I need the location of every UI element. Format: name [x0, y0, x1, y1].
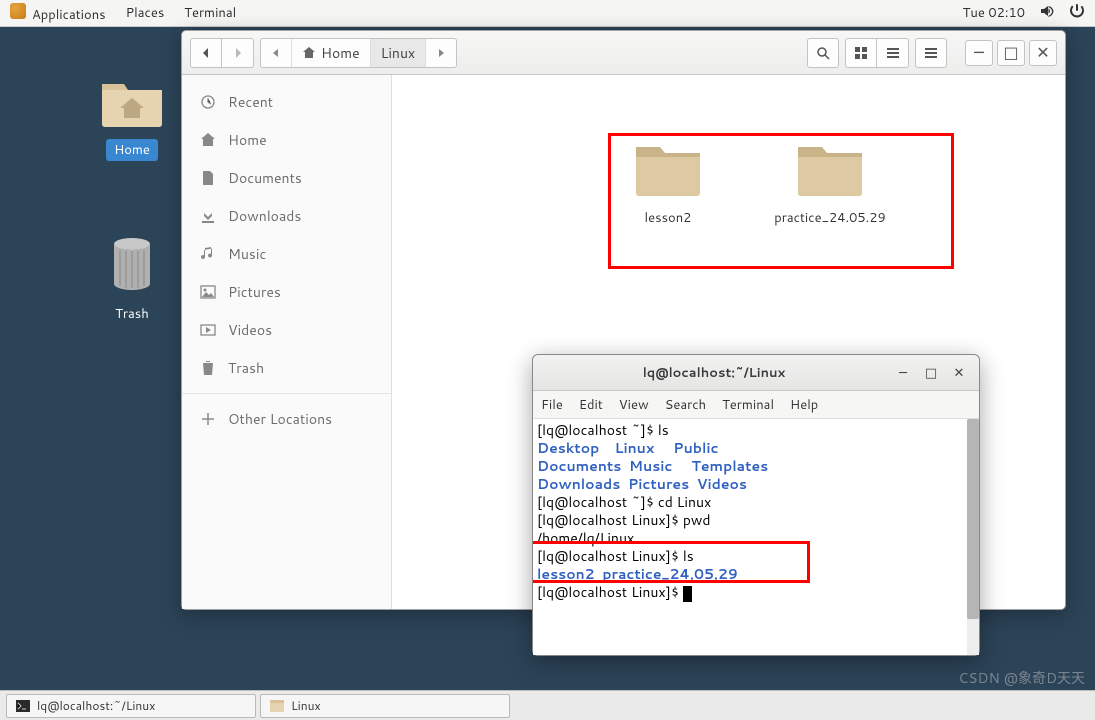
terminal-close-button[interactable]: ✕	[949, 363, 969, 383]
gnome-footprint-icon	[10, 3, 26, 19]
sidebar-item-downloads[interactable]: Downloads	[182, 197, 391, 235]
terminal-body[interactable]: [lq@localhost ~]$ ls Desktop Linux Publi…	[533, 419, 979, 655]
menu-terminal[interactable]: Terminal	[722, 396, 774, 414]
sidebar-item-recent[interactable]: Recent	[182, 83, 391, 121]
path-linux-label: Linux	[381, 43, 416, 63]
taskbar-item-label: Linux	[291, 697, 321, 714]
sidebar-item-label: Home	[228, 130, 267, 150]
watermark: CSDN @象奇D天天	[958, 668, 1085, 688]
sidebar-item-label: Videos	[228, 320, 272, 340]
path-linux[interactable]: Linux	[371, 39, 427, 67]
power-icon[interactable]	[1069, 3, 1085, 24]
maximize-button[interactable]: □	[997, 40, 1025, 66]
menu-help[interactable]: Help	[790, 396, 818, 414]
sidebar-item-label: Music	[228, 244, 266, 264]
sidebar-item-home[interactable]: Home	[182, 121, 391, 159]
desktop-home-label: Home	[106, 139, 158, 161]
menu-edit[interactable]: Edit	[579, 396, 603, 414]
sidebar-item-label: Trash	[228, 358, 264, 378]
folder-label: lesson2	[598, 209, 738, 227]
menu-view[interactable]: View	[619, 396, 649, 414]
pathbar: Home Linux	[260, 38, 457, 68]
sidebar-item-videos[interactable]: Videos	[182, 311, 391, 349]
terminal-menu[interactable]: Terminal	[184, 4, 236, 22]
search-button[interactable]	[807, 38, 839, 68]
desktop-trash-icon[interactable]: Trash	[92, 236, 172, 325]
sidebar-item-pictures[interactable]: Pictures	[182, 273, 391, 311]
taskbar-item-terminal[interactable]: lq@localhost:~/Linux	[6, 694, 256, 718]
path-back-arrow[interactable]	[261, 39, 292, 67]
forward-button[interactable]	[222, 38, 254, 68]
folder-label: practice_24.05.29	[760, 209, 900, 227]
terminal-maximize-button[interactable]: □	[921, 363, 941, 383]
sidebar-item-label: Pictures	[228, 282, 281, 302]
terminal-menubar: File Edit View Search Terminal Help	[533, 391, 979, 419]
terminal-titlebar[interactable]: lq@localhost:~/Linux ─ □ ✕	[533, 355, 979, 391]
taskbar-item-label: lq@localhost:~/Linux	[37, 697, 155, 714]
places-menu[interactable]: Places	[126, 4, 165, 22]
back-button[interactable]	[190, 38, 222, 68]
folder-practice[interactable]: practice_24.05.29	[760, 141, 900, 227]
desktop-home-icon[interactable]: Home	[92, 76, 172, 161]
path-forward-arrow[interactable]	[426, 39, 456, 67]
sidebar-item-other-locations[interactable]: Other Locations	[182, 400, 391, 438]
menu-file[interactable]: File	[541, 396, 563, 414]
taskbar: lq@localhost:~/Linux Linux	[0, 690, 1095, 720]
terminal-title: lq@localhost:~/Linux	[543, 364, 885, 382]
terminal-window: lq@localhost:~/Linux ─ □ ✕ File Edit Vie…	[532, 354, 980, 656]
applications-menu[interactable]: Applications	[10, 3, 106, 24]
top-bar: Applications Places Terminal Tue 02:10	[0, 0, 1095, 27]
list-view-button[interactable]	[877, 38, 909, 68]
terminal-cursor	[683, 586, 692, 602]
sidebar-item-documents[interactable]: Documents	[182, 159, 391, 197]
sidebar-item-label: Other Locations	[228, 409, 332, 429]
close-button[interactable]: ✕	[1029, 40, 1057, 66]
annotation-box-terminal	[533, 541, 810, 583]
path-home-label: Home	[321, 43, 360, 63]
hamburger-menu-button[interactable]	[915, 38, 947, 68]
clock[interactable]: Tue 02:10	[963, 4, 1025, 22]
fm-sidebar: Recent Home Documents Downloads Music Pi…	[182, 75, 392, 609]
icon-view-button[interactable]	[845, 38, 877, 68]
sidebar-item-label: Downloads	[228, 206, 301, 226]
taskbar-item-files[interactable]: Linux	[260, 694, 510, 718]
terminal-scrollbar[interactable]	[967, 419, 979, 655]
sidebar-item-music[interactable]: Music	[182, 235, 391, 273]
fm-toolbar: Home Linux ─ □ ✕	[182, 31, 1065, 75]
path-home[interactable]: Home	[292, 39, 371, 67]
terminal-scroll-thumb[interactable]	[967, 419, 979, 619]
desktop-trash-label: Trash	[107, 303, 157, 325]
sidebar-item-trash[interactable]: Trash	[182, 349, 391, 387]
menu-search[interactable]: Search	[665, 396, 706, 414]
terminal-minimize-button[interactable]: ─	[893, 363, 913, 383]
volume-icon[interactable]	[1039, 3, 1055, 24]
minimize-button[interactable]: ─	[965, 40, 993, 66]
sidebar-item-label: Recent	[228, 92, 273, 112]
folder-lesson2[interactable]: lesson2	[598, 141, 738, 227]
sidebar-item-label: Documents	[228, 168, 302, 188]
